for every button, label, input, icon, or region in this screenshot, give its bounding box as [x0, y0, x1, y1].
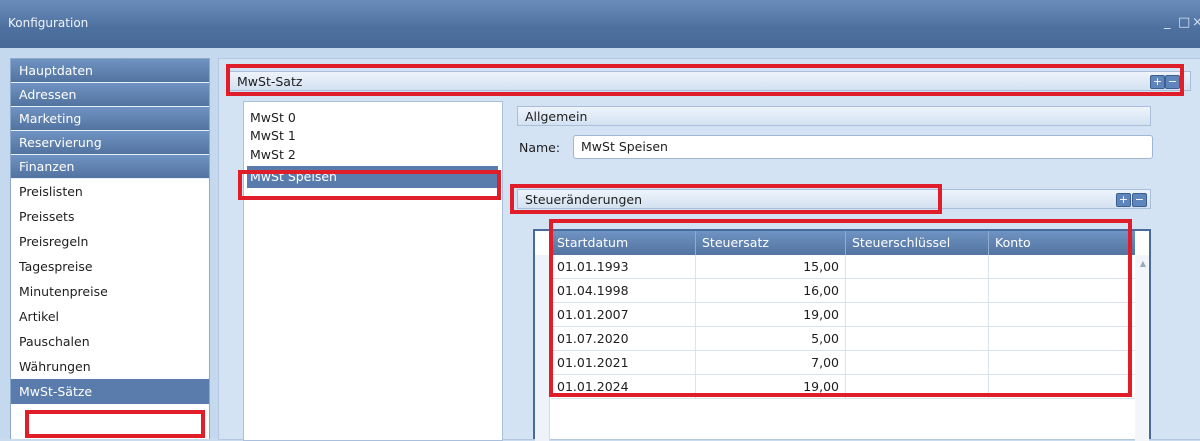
nav-item-mwst-saetze[interactable]: MwSt-Sätze — [11, 379, 209, 404]
table-row[interactable]: 01.01.1993 15,00 — [551, 255, 1135, 279]
minus-icon[interactable]: − — [1132, 193, 1147, 207]
minus-icon[interactable]: − — [1165, 75, 1180, 89]
nav-item-waehrungen[interactable]: Währungen — [11, 354, 209, 379]
cell-steuerschluessel[interactable] — [846, 351, 989, 374]
allgemein-header: Allgemein — [517, 106, 1151, 126]
cell-konto[interactable] — [989, 351, 1135, 374]
plus-icon[interactable]: + — [1150, 75, 1165, 89]
list-item[interactable]: MwSt 1 — [247, 128, 498, 144]
vertical-scrollbar[interactable] — [1135, 255, 1149, 441]
cell-konto[interactable] — [989, 303, 1135, 326]
column-header-konto[interactable]: Konto — [989, 231, 1135, 255]
cell-steuerschluessel[interactable] — [846, 303, 989, 326]
table-row[interactable]: 01.07.2020 5,00 — [551, 327, 1135, 351]
cell-steuersatz[interactable]: 5,00 — [696, 327, 846, 350]
nav-item-pauschalen[interactable]: Pauschalen — [11, 329, 209, 354]
nav-item-preislisten[interactable]: Preislisten — [11, 179, 209, 204]
nav-item-preisregeln[interactable]: Preisregeln — [11, 229, 209, 254]
nav-category-adressen[interactable]: Adressen — [11, 83, 209, 107]
table-row[interactable]: 01.01.2021 7,00 — [551, 351, 1135, 375]
list-item[interactable]: MwSt 0 — [247, 110, 498, 126]
table-row[interactable]: 01.01.2024 19,00 — [551, 375, 1135, 399]
content-panel: MwSt-Satz + − MwSt 0 MwSt 1 MwSt 2 MwSt … — [218, 58, 1200, 441]
steueraenderungen-grid: Startdatum Steuersatz Steuerschlüssel Ko… — [533, 229, 1151, 441]
nav-item-tagespreise[interactable]: Tagespreise — [11, 254, 209, 279]
cell-startdatum[interactable]: 01.01.1993 — [551, 255, 696, 278]
allgemein-title: Allgemein — [525, 109, 588, 124]
nav-category-marketing[interactable]: Marketing — [11, 107, 209, 131]
nav-item-preissets[interactable]: Preissets — [11, 204, 209, 229]
name-label: Name: — [519, 140, 561, 155]
cell-steuerschluessel[interactable] — [846, 255, 989, 278]
cell-steuerschluessel[interactable] — [846, 375, 989, 398]
nav-category-hauptdaten[interactable]: Hauptdaten — [11, 59, 209, 83]
cell-steuersatz[interactable]: 15,00 — [696, 255, 846, 278]
nav-category-finanzen[interactable]: Finanzen — [11, 155, 209, 179]
column-header-steuerschluessel[interactable]: Steuerschlüssel — [846, 231, 989, 255]
cell-startdatum[interactable]: 01.01.2024 — [551, 375, 696, 398]
cell-steuersatz[interactable]: 19,00 — [696, 375, 846, 398]
cell-steuersatz[interactable]: 19,00 — [696, 303, 846, 326]
row-indicator-column — [535, 255, 550, 441]
column-header-startdatum[interactable]: Startdatum — [551, 231, 696, 255]
table-row[interactable]: 01.01.2007 19,00 — [551, 303, 1135, 327]
cell-steuersatz[interactable]: 7,00 — [696, 351, 846, 374]
column-header-steuersatz[interactable]: Steuersatz — [696, 231, 846, 255]
cell-startdatum[interactable]: 01.01.2021 — [551, 351, 696, 374]
table-row[interactable]: 01.04.1998 16,00 — [551, 279, 1135, 303]
cell-steuersatz[interactable]: 16,00 — [696, 279, 846, 302]
cell-startdatum[interactable]: 01.01.2007 — [551, 303, 696, 326]
maximize-icon[interactable]: □ — [1178, 16, 1190, 30]
cell-steuerschluessel[interactable] — [846, 279, 989, 302]
window-title: Konfiguration — [8, 16, 89, 30]
cell-konto[interactable] — [989, 327, 1135, 350]
cell-startdatum[interactable]: 01.04.1998 — [551, 279, 696, 302]
mwst-list: MwSt 0 MwSt 1 MwSt 2 MwSt Speisen — [243, 101, 503, 441]
steueraenderungen-title: Steueränderungen — [525, 192, 643, 207]
cell-steuerschluessel[interactable] — [846, 327, 989, 350]
list-item-selected[interactable]: MwSt Speisen — [247, 166, 498, 188]
name-input[interactable]: MwSt Speisen — [573, 135, 1153, 159]
minimize-icon[interactable]: _ — [1164, 16, 1171, 30]
steueraenderungen-header: Steueränderungen + − — [517, 189, 1151, 209]
nav-category-reservierung[interactable]: Reservierung — [11, 131, 209, 155]
title-bar: Konfiguration _ □ × — [0, 0, 1200, 48]
list-item[interactable]: MwSt 2 — [247, 147, 498, 163]
nav-item-minutenpreise[interactable]: Minutenpreise — [11, 279, 209, 304]
cell-konto[interactable] — [989, 279, 1135, 302]
plus-icon[interactable]: + — [1116, 193, 1131, 207]
mwst-satz-title: MwSt-Satz — [237, 74, 303, 89]
grid-header-row: Startdatum Steuersatz Steuerschlüssel Ko… — [551, 231, 1135, 255]
cell-startdatum[interactable]: 01.07.2020 — [551, 327, 696, 350]
cell-konto[interactable] — [989, 255, 1135, 278]
main-frame: Hauptdaten Adressen Marketing Reservieru… — [0, 48, 1200, 441]
cell-konto[interactable] — [989, 375, 1135, 398]
close-icon[interactable]: × — [1192, 16, 1200, 30]
mwst-satz-header: MwSt-Satz + − — [229, 71, 1191, 91]
nav-item-artikel[interactable]: Artikel — [11, 304, 209, 329]
navigation-panel: Hauptdaten Adressen Marketing Reservieru… — [10, 58, 210, 439]
scroll-up-icon[interactable]: ▲ — [1140, 259, 1146, 268]
